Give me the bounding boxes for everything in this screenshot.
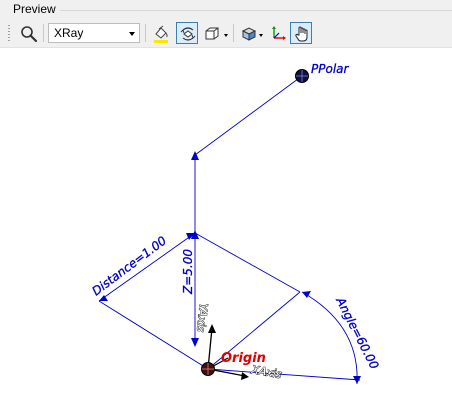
zoom-button[interactable] [17,22,39,44]
preview-toolbar: XRay [0,19,452,48]
rotate-view-icon [180,27,196,41]
panel-title: Preview [13,2,56,16]
height-dimension-label: Z=5.00 [181,249,195,295]
chevron-down-icon [129,32,135,36]
pan-button[interactable] [290,22,312,44]
chevron-down-icon[interactable] [259,34,263,37]
toolbar-grip[interactable] [8,25,10,41]
background-color-button[interactable] [149,22,171,44]
axes-button[interactable] [266,22,288,44]
view-box-icon [205,27,219,40]
view-orientation-button[interactable] [237,22,259,44]
construction-lines [98,75,361,385]
chevron-down-icon[interactable] [224,34,228,37]
distance-dimension-label: Distance=1.00 [89,233,169,298]
preview-panel-header: Preview [0,0,452,19]
axes-icon [272,26,286,40]
preview-viewport[interactable]: PPolar Origin Distance=1.00 Z=5.00 Angle… [0,48,452,407]
magnifier-icon [21,26,38,43]
toolbar-separator [145,24,146,42]
render-mode-select[interactable]: XRay [48,23,140,43]
toolbar-separator [43,24,44,42]
origin-point-marker[interactable] [201,362,215,376]
view-cube-icon [241,27,257,41]
rotate-view-button[interactable] [176,22,198,44]
angle-dimension-label: Angle=60.00 [333,294,382,372]
paint-bucket-icon [154,25,168,43]
view-box-button[interactable] [200,22,222,44]
panel-title-rule [60,10,452,11]
render-mode-value: XRay [54,26,84,40]
hand-icon [295,26,308,42]
toolbar-separator [233,24,234,42]
ppolar-label: PPolar [311,62,350,76]
scene-canvas[interactable]: PPolar Origin Distance=1.00 Z=5.00 Angle… [0,48,452,407]
ppolar-point-marker[interactable] [295,69,309,83]
y-axis-label: YAxis [194,303,210,333]
x-axis-label: XAxis [249,363,282,381]
